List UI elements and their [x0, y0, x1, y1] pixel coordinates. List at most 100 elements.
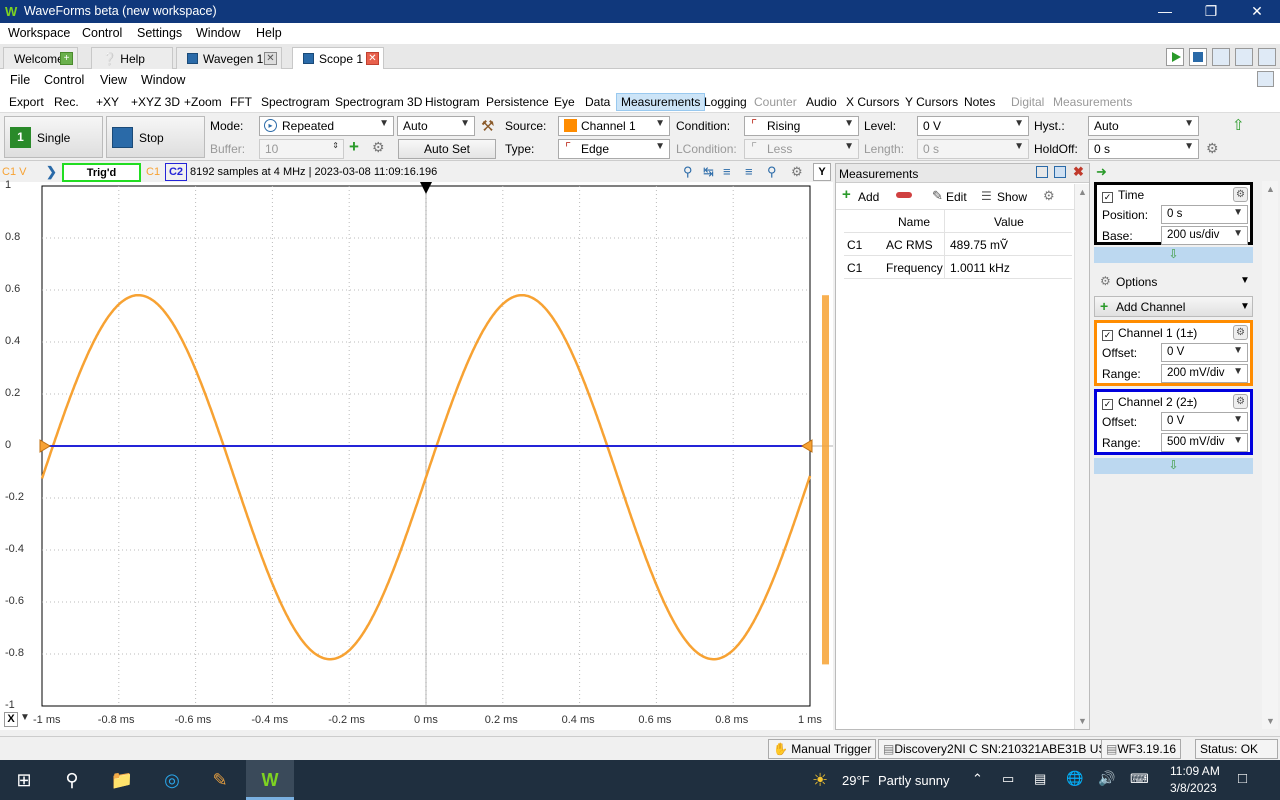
manual-trigger-button[interactable]: ✋ Manual Trigger [768, 739, 877, 759]
edit-button[interactable]: Edit [946, 190, 967, 204]
y-axis-button[interactable]: Y [813, 163, 831, 181]
windows-start-icon[interactable]: ⊞ [0, 760, 48, 800]
stop-all-button[interactable] [1189, 48, 1207, 66]
keyboard-icon[interactable]: ⌨ [1130, 771, 1149, 787]
gear-icon[interactable]: ⚙ [1233, 394, 1248, 409]
add-channel-button[interactable]: + Add Channel ▼ [1094, 296, 1253, 317]
menu-settings[interactable]: Settings [137, 26, 182, 40]
zoom-button[interactable]: +Zoom [184, 95, 222, 109]
tab-wavegen[interactable]: Wavegen 1 ✕ [176, 47, 282, 69]
xy-button[interactable]: +XY [96, 95, 119, 109]
close-panel-icon[interactable]: ✖ [1073, 164, 1084, 180]
persistence-button[interactable]: Persistence [486, 95, 549, 109]
zoom-out-icon[interactable]: ⚲ [767, 164, 777, 180]
table-row[interactable]: C1 AC RMS 489.75 mṼ [844, 233, 1072, 256]
remove-icon[interactable] [896, 192, 912, 198]
time-checkbox[interactable]: ✓ [1102, 192, 1113, 203]
edge-browser-icon[interactable]: ◎ [148, 760, 196, 800]
digital-button[interactable]: Digital [1011, 95, 1044, 109]
holdoff-input[interactable]: 0 s ▼ [1088, 139, 1199, 159]
zoom-in-icon[interactable]: ⚲ [683, 164, 693, 180]
chevron-right-icon[interactable]: ❯ [46, 164, 57, 180]
weather-icon[interactable]: ☀ [812, 770, 828, 791]
options-button[interactable]: ⚙ Options ▼ [1094, 271, 1253, 291]
gear-icon[interactable]: ⚙ [1233, 187, 1248, 202]
scrollbar[interactable]: ▲ ▼ [1262, 181, 1278, 729]
cursor-icon[interactable]: ↹ [703, 164, 714, 180]
version-button[interactable]: ▤WF3.19.16 [1101, 739, 1182, 759]
menu-file[interactable]: File [10, 73, 30, 87]
counter-button[interactable]: Counter [754, 95, 797, 109]
layout-icon[interactable] [1235, 48, 1253, 66]
condition-select[interactable]: ⌜ Rising ▼ [744, 116, 859, 136]
layout-icon[interactable] [1258, 48, 1276, 66]
battery-icon[interactable]: ▭ [1002, 771, 1014, 787]
plot-area[interactable] [0, 182, 833, 730]
gear-icon[interactable]: ⚙ [1043, 188, 1055, 204]
mode-select[interactable]: ▸ Repeated ▼ [259, 116, 394, 136]
single-button[interactable]: 1 Single [4, 116, 103, 158]
histogram-button[interactable]: Histogram [425, 95, 480, 109]
minimize-button[interactable]: — [1142, 0, 1188, 23]
xyz3d-button[interactable]: +XYZ 3D [131, 95, 180, 109]
waveforms-taskbar-icon[interactable]: W [246, 760, 294, 800]
tab-welcome[interactable]: Welcome + [3, 47, 78, 69]
align-icon[interactable]: ≡ [745, 164, 753, 179]
channel2-range-select[interactable]: 500 mV/div ▼ [1161, 433, 1248, 452]
menu-workspace[interactable]: Workspace [8, 26, 70, 40]
maximize-button[interactable]: ❐ [1188, 0, 1234, 23]
audio-button[interactable]: Audio [806, 95, 837, 109]
hammer-icon[interactable]: ⚒ [481, 117, 494, 135]
collapse-right-icon[interactable]: ➜ [1096, 164, 1107, 180]
source-select[interactable]: Channel 1 ▼ [558, 116, 670, 136]
level-input[interactable]: 0 V ▼ [917, 116, 1029, 136]
eye-button[interactable]: Eye [554, 95, 575, 109]
x-axis-button[interactable]: X [4, 712, 18, 727]
expand-time-icon[interactable]: ⇩ [1094, 247, 1253, 263]
type-select[interactable]: ⌜ Edge ▼ [558, 139, 670, 159]
clock-date[interactable]: 3/8/2023 [1170, 781, 1217, 795]
collapse-arrow-icon[interactable]: ⇧ [1232, 116, 1245, 134]
maximize-panel-icon[interactable] [1054, 166, 1066, 178]
run-all-button[interactable] [1166, 48, 1184, 66]
tab-help[interactable]: ❔ Help [91, 47, 173, 69]
notes-button[interactable]: Notes [964, 95, 995, 109]
menu-window[interactable]: Window [141, 73, 185, 87]
close-icon[interactable]: ✕ [264, 52, 277, 65]
security-icon[interactable]: ▤ [1034, 771, 1046, 787]
channel2-offset-input[interactable]: 0 V ▼ [1161, 412, 1248, 431]
channel2-checkbox[interactable]: ✓ [1102, 399, 1113, 410]
rec-button[interactable]: Rec. [54, 95, 79, 109]
list-icon[interactable]: ☰ [981, 189, 992, 203]
y-cursors-button[interactable]: Y Cursors [905, 95, 958, 109]
autoset-button[interactable]: Auto Set [398, 139, 496, 159]
layout-icon[interactable] [1212, 48, 1230, 66]
expand-channels-icon[interactable]: ⇩ [1094, 458, 1253, 474]
file-explorer-icon[interactable]: 📁 [98, 760, 146, 800]
logging-button[interactable]: Logging [704, 95, 747, 109]
network-icon[interactable]: 🌐 [1066, 770, 1083, 787]
menu-control[interactable]: Control [44, 73, 84, 87]
digital-measurements-button[interactable]: Measurements [1053, 95, 1132, 109]
align-icon[interactable]: ≡ [723, 164, 731, 179]
gear-icon[interactable]: ⚙ [1233, 325, 1248, 340]
spectrogram3d-button[interactable]: Spectrogram 3D [335, 95, 422, 109]
scope-plot[interactable] [0, 182, 833, 730]
buffer-input[interactable]: 10 ⇕ [259, 139, 344, 159]
device-button[interactable]: ▤Discovery2NI C SN:210321ABE31B USB [878, 739, 1120, 759]
add-measurement-button[interactable]: Add [858, 190, 879, 204]
menu-view[interactable]: View [100, 73, 127, 87]
gear-icon[interactable]: ⚙ [1206, 140, 1219, 157]
spectrogram-button[interactable]: Spectrogram [261, 95, 330, 109]
trigger-mode-select[interactable]: Auto ▼ [397, 116, 475, 136]
volume-icon[interactable]: 🔊 [1098, 770, 1115, 787]
status-indicator[interactable]: Status: OK [1195, 739, 1278, 759]
search-icon[interactable]: ⚲ [48, 760, 96, 800]
gear-icon[interactable]: ⚙ [372, 139, 385, 156]
close-icon[interactable]: ✕ [366, 52, 379, 65]
scrollbar[interactable]: ▲ ▼ [1074, 184, 1089, 729]
paint-icon[interactable]: ✎ [196, 760, 244, 800]
clock-time[interactable]: 11:09 AM [1170, 764, 1220, 778]
channel1-offset-input[interactable]: 0 V ▼ [1161, 343, 1248, 362]
hysteresis-input[interactable]: Auto ▼ [1088, 116, 1199, 136]
